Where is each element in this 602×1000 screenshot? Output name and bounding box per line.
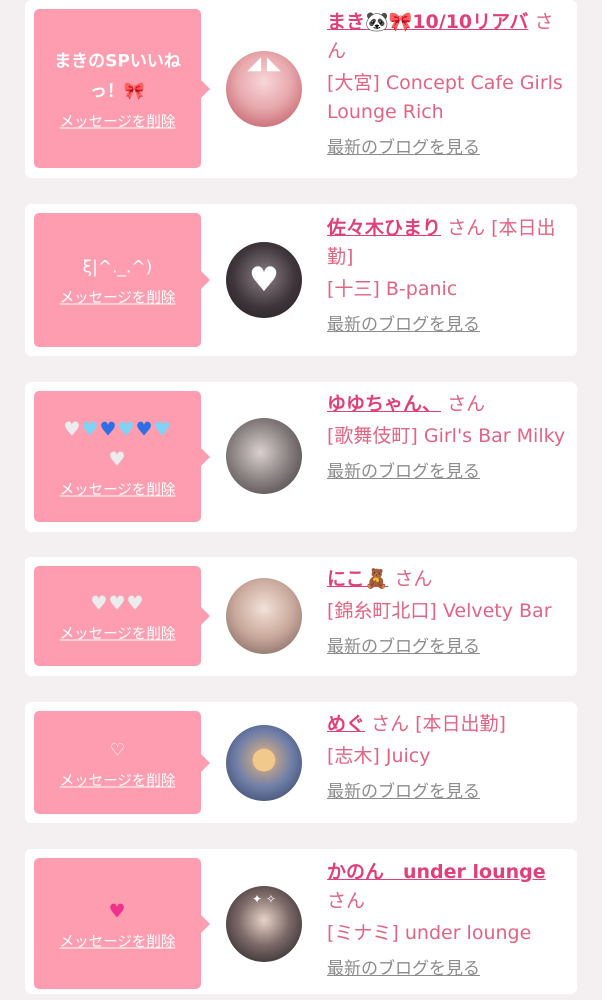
avatar[interactable]: ♥ <box>226 242 302 318</box>
message-text: ξ|^._.^) <box>82 257 153 278</box>
latest-blog-link[interactable]: 最新のブログを見る <box>327 460 567 484</box>
latest-blog-link[interactable]: 最新のブログを見る <box>327 635 567 659</box>
message-card: ♥♥♥♥♥♥ ♥ メッセージを削除 ゆゆちゃん、 さん [歌舞伎町] Girl's… <box>25 382 577 532</box>
message-card: ♡ メッセージを削除 ● めぐ さん [本日出勤] [志木] Juicy 最新の… <box>25 702 577 823</box>
avatar[interactable]: ✦ ✧ <box>226 886 302 962</box>
avatar[interactable]: ● <box>226 725 302 801</box>
white-heart-icon: ♥ <box>90 592 109 615</box>
delete-message-link[interactable]: メッセージを削除 <box>60 110 176 131</box>
message-text: ♥♥♥ <box>40 589 195 619</box>
cast-name-link[interactable]: 佐々木ひまり <box>327 217 441 239</box>
honorific: さん <box>394 568 433 590</box>
shop-name: [大宮] Concept Cafe Girls Lounge Rich <box>327 72 563 123</box>
delete-message-link[interactable]: メッセージを削除 <box>60 769 176 790</box>
message-card: ♥ メッセージを削除 ✦ ✧ かのん under lounge さん [ミナミ]… <box>25 849 577 994</box>
latest-blog-link[interactable]: 最新のブログを見る <box>327 780 567 804</box>
latest-blog-link[interactable]: 最新のブログを見る <box>327 957 567 981</box>
cast-name-link[interactable]: まき🐼🎀10/10リアバ <box>327 11 528 33</box>
delete-message-link[interactable]: メッセージを削除 <box>60 287 176 308</box>
message-bubble: ♥ メッセージを削除 <box>34 858 210 989</box>
blue-heart-icon: ♥ <box>135 418 154 440</box>
white-heart-icon: ♥ <box>108 448 127 470</box>
shop-name: [志木] Juicy <box>327 745 431 767</box>
message-bubble: まきのSPいいねっ！🎀 メッセージを削除 <box>34 9 210 168</box>
message-bubble: ♥♥♥♥♥♥ ♥ メッセージを削除 <box>34 391 210 522</box>
cast-name-link[interactable]: かのん under lounge <box>327 861 546 883</box>
shop-name: [錦糸町北口] Velvety Bar <box>327 600 552 622</box>
avatar[interactable]: ◢ ◣ <box>226 51 302 127</box>
status-text: [本日出勤] <box>415 713 506 735</box>
avatar[interactable] <box>226 418 302 494</box>
message-card: ξ|^._.^) メッセージを削除 ♥ 佐々木ひまり さん [本日出勤] [十三… <box>25 204 577 356</box>
message-list: まきのSPいいねっ！🎀 メッセージを削除 ◢ ◣ まき🐼🎀10/10リアバ さん… <box>0 0 602 1000</box>
cast-name-link[interactable]: にこ🧸 <box>327 568 388 590</box>
message-text: ♥ <box>40 896 195 926</box>
shop-name: [ミナミ] under lounge <box>327 922 532 944</box>
honorific: さん <box>371 713 410 735</box>
honorific: さん <box>447 393 486 415</box>
avatar[interactable] <box>226 578 302 654</box>
message-card: ♥♥♥ メッセージを削除 にこ🧸 さん [錦糸町北口] Velvety Bar … <box>25 557 577 676</box>
message-text: ♥♥♥♥♥♥ ♥ <box>40 414 195 474</box>
latest-blog-link[interactable]: 最新のブログを見る <box>327 313 567 337</box>
message-bubble: ♥♥♥ メッセージを削除 <box>34 566 210 666</box>
light-blue-heart-icon: ♥ <box>153 418 172 440</box>
delete-message-link[interactable]: メッセージを削除 <box>60 478 176 499</box>
shop-name: [歌舞伎町] Girl's Bar Milky <box>327 425 566 447</box>
latest-blog-link[interactable]: 最新のブログを見る <box>327 136 567 160</box>
message-text: まきのSPいいねっ！🎀 <box>54 51 181 101</box>
blue-heart-icon: ♥ <box>99 418 118 440</box>
delete-message-link[interactable]: メッセージを削除 <box>60 930 176 951</box>
cast-name-link[interactable]: ゆゆちゃん、 <box>327 393 441 415</box>
honorific: さん <box>327 890 366 912</box>
white-heart-icon: ♥ <box>108 592 127 615</box>
white-heart-icon: ♥ <box>63 418 82 440</box>
delete-message-link[interactable]: メッセージを削除 <box>60 623 176 644</box>
light-blue-heart-icon: ♥ <box>81 418 100 440</box>
message-bubble: ξ|^._.^) メッセージを削除 <box>34 213 210 347</box>
light-blue-heart-icon: ♥ <box>117 418 136 440</box>
message-card: まきのSPいいねっ！🎀 メッセージを削除 ◢ ◣ まき🐼🎀10/10リアバ さん… <box>25 0 577 178</box>
message-text: ♡ <box>109 740 126 760</box>
message-bubble: ♡ メッセージを削除 <box>34 711 210 814</box>
pink-heart-icon: ♥ <box>108 900 127 922</box>
honorific: さん <box>447 217 486 239</box>
shop-name: [十三] B-panic <box>327 278 458 300</box>
white-heart-icon: ♥ <box>126 592 145 615</box>
cast-name-link[interactable]: めぐ <box>327 713 365 735</box>
